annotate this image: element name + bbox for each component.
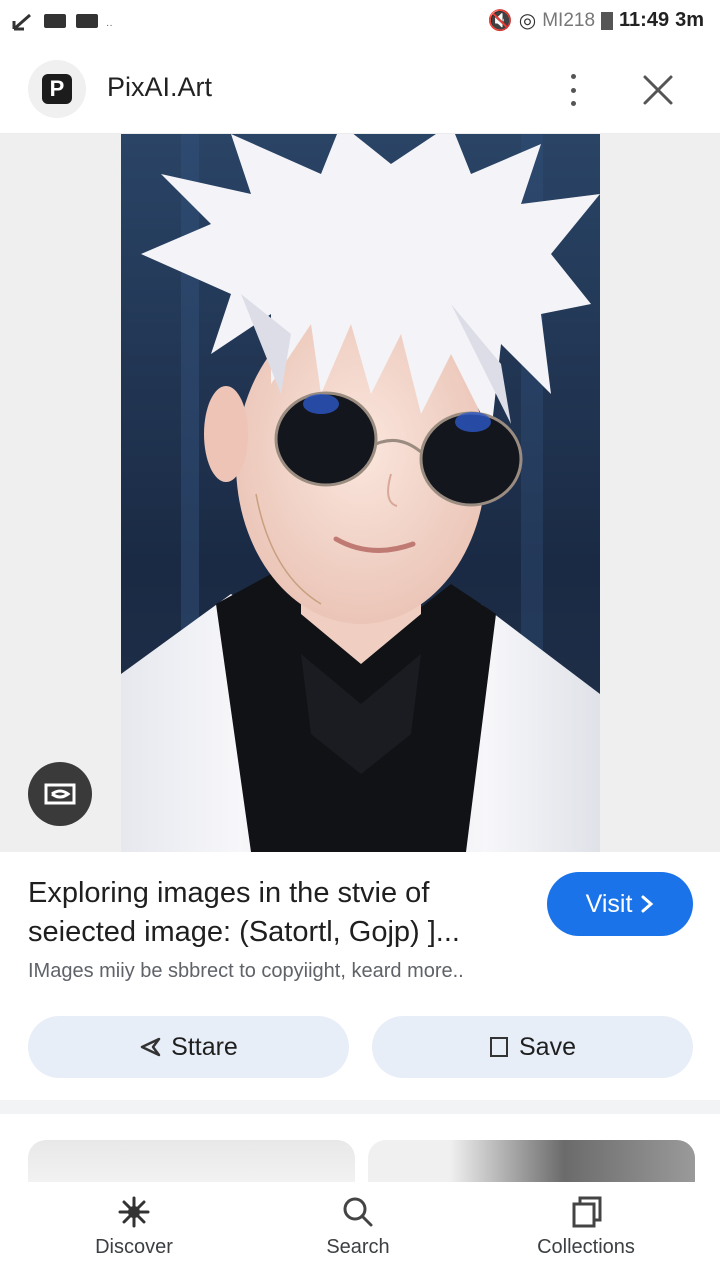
site-name[interactable]: PixAI.Art: [107, 72, 212, 103]
nav-collections-label: Collections: [537, 1236, 635, 1258]
clock-suffix: 3m: [675, 9, 704, 31]
chevron-right-icon: [641, 895, 654, 913]
close-icon[interactable]: [640, 72, 676, 108]
mute-icon: 🔇: [487, 10, 513, 32]
image-viewer: [0, 134, 720, 852]
bookmark-icon: [490, 1037, 508, 1057]
gallery-icon: [44, 13, 66, 28]
save-button[interactable]: Save: [372, 1016, 693, 1078]
visit-label: Visit: [585, 889, 633, 918]
notification-icon: [12, 13, 31, 30]
lens-search-button[interactable]: [28, 762, 92, 826]
network-label: MI218: [542, 9, 596, 31]
site-logo[interactable]: P: [28, 60, 86, 118]
section-divider: [0, 1100, 720, 1114]
battery-icon: [601, 11, 614, 30]
visit-button[interactable]: Visit: [547, 872, 693, 936]
video-icon: [76, 13, 98, 28]
bottom-navigation: Discover Search Collections: [0, 1182, 720, 1280]
search-icon: [343, 1197, 373, 1227]
nav-search-label: Search: [326, 1236, 390, 1258]
app-header: P PixAI.Art: [0, 44, 720, 134]
share-label: Sttare: [171, 1032, 238, 1061]
system-status: 🔇 ◎ MI218 11:49 3m: [488, 8, 704, 33]
save-label: Save: [519, 1032, 576, 1061]
share-icon: [140, 1037, 161, 1057]
site-logo-letter: P: [42, 74, 72, 104]
discover-icon: [118, 1196, 150, 1228]
nav-search[interactable]: Search: [278, 1194, 438, 1259]
nav-discover[interactable]: Discover: [54, 1194, 214, 1259]
related-image-thumbnail[interactable]: [368, 1140, 695, 1182]
more-notifications-icon: ··: [106, 20, 113, 31]
collections-icon: [572, 1196, 602, 1228]
lens-icon: [44, 783, 76, 805]
share-button[interactable]: Sttare: [28, 1016, 349, 1078]
wifi-icon: ◎: [518, 10, 537, 32]
more-options-icon[interactable]: [560, 70, 586, 110]
related-image-thumbnail[interactable]: [28, 1140, 355, 1182]
copyright-notice[interactable]: IMages miiy be sbbrect to copyiight, kea…: [28, 960, 464, 983]
status-bar: ·· 🔇 ◎ MI218 11:49 3m: [0, 0, 720, 44]
result-image[interactable]: [121, 134, 600, 852]
clock: 11:49: [619, 9, 670, 31]
result-title[interactable]: Exploring images in the stvie of seiecte…: [28, 874, 528, 952]
notification-icons: ··: [12, 10, 113, 31]
related-images: [0, 1114, 720, 1182]
nav-collections[interactable]: Collections: [506, 1194, 666, 1259]
nav-discover-label: Discover: [95, 1236, 173, 1258]
result-details: Exploring images in the stvie of seiecte…: [0, 852, 720, 1100]
